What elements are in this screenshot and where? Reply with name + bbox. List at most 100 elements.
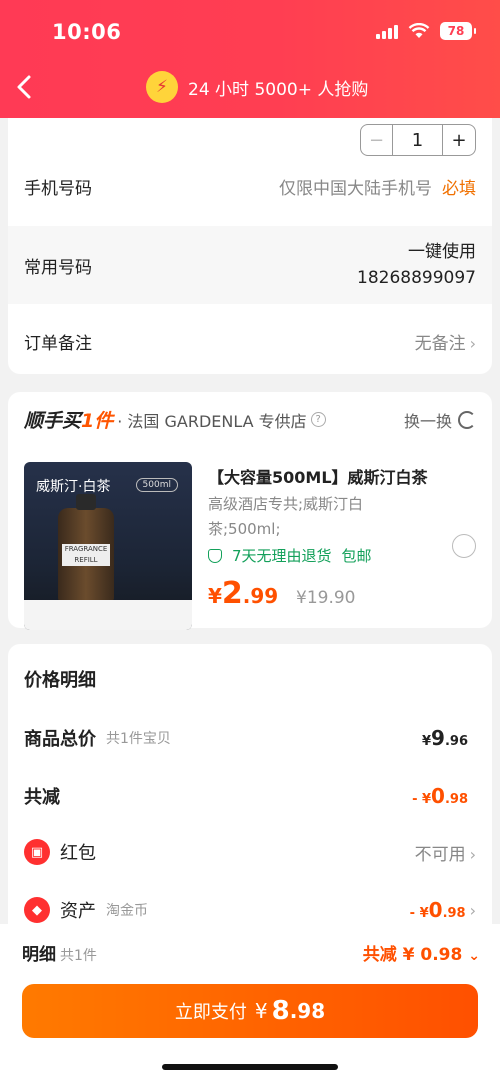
phone-row[interactable]: 手机号码 仅限中国大陆手机号 必填: [8, 156, 492, 216]
total-dec: .96: [444, 734, 468, 749]
status-icons: 78: [376, 22, 476, 40]
scroll-content: − 1 + 手机号码 仅限中国大陆手机号 必填 常用号码 一键使用 1826889…: [0, 118, 500, 924]
shipping-tag: 包邮: [341, 547, 372, 565]
order-note-label: 订单备注: [24, 333, 92, 354]
bottom-bar: 明细 共1件 共减 ¥ 0.98 ⌄ 立即支付 ¥ 8.98: [0, 924, 500, 1082]
bottle-image: FRAGRANCE REFILL: [58, 494, 114, 602]
product-name[interactable]: 【大容量500ML】威斯汀白茶: [208, 464, 438, 488]
product-image-title: 威斯汀·白茶: [36, 479, 111, 495]
shop-header: 顺手买1件 · 法国 GARDENLA 专供店 ?: [24, 406, 326, 433]
pay-yen: ¥: [254, 999, 268, 1023]
pay-now-button[interactable]: 立即支付 ¥ 8.98: [22, 984, 478, 1038]
price-int: 2: [221, 576, 243, 611]
order-info-card: − 1 + 手机号码 仅限中国大陆手机号 必填 常用号码 一键使用 1826889…: [8, 118, 492, 374]
reduce-label: 共减: [24, 787, 60, 808]
reduce-int: 0: [431, 784, 445, 808]
total-row: 商品总价 共1件宝贝 ¥9.96: [8, 720, 492, 756]
shop-name[interactable]: · 法国 GARDENLA 专供店: [117, 408, 306, 432]
select-radio[interactable]: [452, 534, 476, 558]
chevron-right-icon: ›: [469, 844, 476, 864]
pay-dec: .98: [289, 999, 326, 1023]
brand-logo-one: 1件: [81, 410, 114, 432]
shield-check-icon: [208, 548, 222, 563]
price-dec: .99: [242, 584, 279, 608]
asset-sub: 淘金币: [106, 903, 148, 919]
asset-row[interactable]: ◆ 资产 淘金币 - ¥0.98 ›: [8, 892, 492, 924]
swap-button[interactable]: 换一换: [404, 408, 476, 432]
reduce-summary: 共减 ¥ 0.98: [362, 945, 463, 965]
total-amount: ¥9.96: [422, 726, 468, 750]
total-int: 9: [431, 726, 445, 750]
asset-dec: .98: [442, 906, 466, 921]
price-detail-card: 价格明细 商品总价 共1件宝贝 ¥9.96 共减 - ¥0.98 ▣ 红包 不可…: [8, 644, 492, 924]
redpacket-row[interactable]: ▣ 红包 不可用 ›: [8, 834, 492, 870]
product-tags: 7天无理由退货 包邮: [208, 545, 372, 566]
common-number-value: 18268899097: [357, 268, 476, 288]
image-footer: [24, 600, 192, 630]
phone-input[interactable]: 仅限中国大陆手机号 必填: [279, 174, 476, 199]
asset-prefix: - ¥: [409, 906, 429, 921]
required-label: 必填: [442, 178, 476, 199]
original-price: ¥19.90: [296, 588, 356, 608]
quantity-stepper: − 1 +: [360, 124, 476, 156]
asset-int: 0: [428, 898, 443, 922]
common-number-label: 常用号码: [24, 257, 92, 278]
phone-label: 手机号码: [24, 178, 92, 199]
return-tag: 7天无理由退货: [232, 547, 332, 565]
chevron-right-icon: ›: [469, 333, 476, 353]
product-price: ¥2.99: [208, 576, 278, 611]
back-icon[interactable]: [16, 74, 38, 102]
bottle-label: FRAGRANCE REFILL: [62, 544, 110, 566]
product-desc: 高级酒店专共;威斯汀白茶;500ml;: [208, 495, 364, 538]
home-indicator: [162, 1064, 338, 1070]
reduce-row: 共减 - ¥0.98: [8, 778, 492, 814]
decrease-button[interactable]: −: [361, 125, 393, 155]
brand-logo-main: 顺手买: [24, 410, 82, 432]
signal-icon: [376, 23, 398, 39]
product-image-volume: 500ml: [135, 478, 178, 492]
detail-summary[interactable]: 明细 共1件: [22, 940, 97, 965]
total-yen: ¥: [422, 734, 432, 749]
total-sub: 共1件宝贝: [106, 731, 171, 747]
pay-int: 8: [271, 996, 290, 1026]
wifi-icon: [408, 23, 430, 38]
common-number-row[interactable]: 常用号码 一键使用 18268899097: [8, 226, 492, 304]
swap-label: 换一换: [403, 412, 452, 431]
price-detail-title: 价格明细: [24, 670, 96, 691]
top-header: 10:06 78 ⚡ 24 小时 5000+ 人抢购: [0, 0, 500, 118]
detail-label: 明细: [22, 945, 56, 965]
quantity-value[interactable]: 1: [393, 125, 443, 155]
help-icon[interactable]: ?: [310, 412, 326, 427]
reduce-summary-toggle[interactable]: 共减 ¥ 0.98 ⌄: [363, 940, 480, 965]
nav-title: 24 小时 5000+ 人抢购: [188, 79, 369, 100]
redpacket-value: 不可用: [414, 844, 466, 865]
chevron-right-icon: ›: [469, 900, 476, 920]
order-note-row[interactable]: 订单备注 无备注 ›: [8, 310, 492, 372]
detail-count: 共1件: [60, 948, 97, 964]
shopping-bag-icon: ⚡: [146, 71, 178, 103]
red-packet-icon: ▣: [24, 839, 50, 865]
asset-label: 资产: [60, 901, 96, 922]
coin-tag-icon: ◆: [24, 897, 50, 923]
status-time: 10:06: [52, 20, 122, 44]
order-note-value: 无备注: [414, 333, 466, 354]
brand-logo: 顺手买1件: [24, 406, 113, 433]
asset-amount[interactable]: - ¥0.98: [410, 898, 466, 922]
nav-title-group: ⚡ 24 小时 5000+ 人抢购: [146, 71, 368, 103]
redpacket-label: 红包: [60, 843, 96, 864]
reduce-amount: - ¥0.98: [412, 784, 468, 808]
phone-placeholder: 仅限中国大陆手机号: [279, 178, 432, 199]
redpacket-value-group[interactable]: 不可用 ›: [415, 840, 476, 865]
price-symbol: ¥: [208, 584, 222, 608]
reduce-prefix: - ¥: [412, 792, 432, 807]
battery-icon: 78: [440, 22, 476, 40]
one-tap-use-button[interactable]: 一键使用: [357, 239, 476, 265]
product-card: 顺手买1件 · 法国 GARDENLA 专供店 ? 换一换 威斯汀·白茶 500…: [8, 392, 492, 630]
pay-label: 立即支付: [174, 1002, 247, 1023]
increase-button[interactable]: +: [443, 125, 475, 155]
product-image[interactable]: 威斯汀·白茶 500ml FRAGRANCE REFILL: [24, 462, 192, 630]
refresh-icon: [458, 411, 476, 429]
order-note-value-group[interactable]: 无备注 ›: [415, 329, 476, 354]
common-number-block[interactable]: 一键使用 18268899097: [357, 239, 476, 291]
double-chevron-down-icon: ⌄: [468, 948, 480, 964]
